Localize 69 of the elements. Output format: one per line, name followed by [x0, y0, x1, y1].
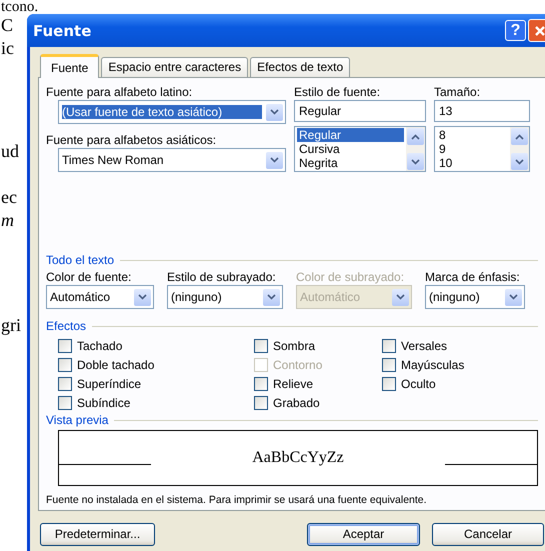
close-icon[interactable]: [528, 19, 545, 42]
style-field[interactable]: Regular: [294, 100, 426, 122]
scroll-up-icon[interactable]: [511, 128, 528, 145]
section-heading: Todo el texto: [46, 253, 114, 267]
checkbox[interactable]: [58, 376, 72, 390]
field-label: Estilo de fuente:: [294, 84, 382, 100]
checkbox-label: Relieve: [273, 376, 314, 390]
size-field[interactable]: 13: [434, 100, 530, 122]
document-text: m: [1, 209, 14, 232]
checkbox[interactable]: [58, 338, 72, 352]
field-label: Color de fuente:: [46, 269, 132, 285]
list-option[interactable]: Regular: [297, 128, 404, 142]
dialog-button[interactable]: Aceptar: [307, 522, 420, 546]
checkbox[interactable]: [382, 338, 396, 352]
field-label: Marca de énfasis:: [425, 269, 521, 285]
options-list[interactable]: Regular Cursiva Negrita: [294, 126, 426, 172]
dropdown[interactable]: (ninguno): [167, 285, 283, 309]
checkbox[interactable]: [254, 396, 268, 410]
dialog-button[interactable]: Predeterminar...: [40, 522, 155, 546]
help-button[interactable]: ?: [505, 20, 526, 41]
scroll-down-icon[interactable]: [407, 153, 424, 170]
dropdown[interactable]: Automático: [46, 285, 154, 309]
info-text: Fuente no instalada en el sistema. Para imprimir se usará una fuente equivalente.: [46, 494, 428, 506]
field-label: Color de subrayado:: [296, 269, 406, 285]
field-label: Tamaño:: [434, 84, 482, 100]
window-title: Fuente: [33, 22, 92, 40]
document-text: ec: [1, 186, 17, 209]
tab[interactable]: Espacio entre caracteres: [101, 57, 248, 77]
dropdown[interactable]: (ninguno): [425, 285, 525, 309]
checkbox[interactable]: [382, 376, 396, 390]
list-option[interactable]: 10: [437, 156, 508, 170]
scroll-up-icon[interactable]: [407, 128, 424, 145]
tab[interactable]: Efectos de texto: [250, 57, 350, 77]
list-option[interactable]: Cursiva: [297, 142, 404, 156]
checkbox[interactable]: [58, 396, 72, 410]
checkbox-label: Contorno: [273, 358, 322, 372]
checkbox-label: Oculto: [401, 376, 436, 390]
checkbox-label: Grabado: [273, 396, 320, 410]
checkbox-label: Tachado: [77, 338, 122, 352]
preview-sample: AaBbCcYyZz: [251, 449, 345, 467]
options-list[interactable]: 8 9 10: [434, 126, 530, 172]
checkbox-label: Versales: [401, 338, 448, 352]
document-text: gri: [1, 314, 21, 337]
checkbox-label: Superíndice: [77, 376, 142, 390]
dialog-button[interactable]: Cancelar: [432, 522, 544, 546]
field-label: Estilo de subrayado:: [167, 269, 277, 285]
list-option[interactable]: Negrita: [297, 156, 404, 170]
checkbox-label: Subíndice: [77, 396, 130, 410]
checkbox[interactable]: [254, 338, 268, 352]
font-dropdown[interactable]: Times New Roman: [58, 148, 286, 172]
field-label: Fuente para alfabeto latino:: [46, 84, 194, 100]
section-heading: Vista previa: [46, 413, 108, 427]
checkbox-label: Mayúsculas: [401, 358, 464, 372]
scroll-down-icon[interactable]: [511, 153, 528, 170]
font-dropdown[interactable]: (Usar fuente de texto asiático): [58, 100, 286, 124]
checkbox[interactable]: [254, 376, 268, 390]
document-text: ud: [1, 140, 19, 163]
checkbox[interactable]: [58, 358, 72, 372]
document-text: tcono.: [1, 0, 38, 14]
tab[interactable]: Fuente: [40, 54, 100, 78]
checkbox[interactable]: [382, 358, 396, 372]
document-text: ic: [1, 37, 14, 60]
list-option[interactable]: 8: [437, 128, 508, 142]
section-heading: Efectos: [46, 319, 86, 333]
checkbox-label: Sombra: [273, 338, 316, 352]
checkbox-label: Doble tachado: [77, 358, 154, 372]
field-label: Fuente para alfabetos asiáticos:: [46, 132, 218, 148]
list-option[interactable]: 9: [437, 142, 508, 156]
document-text: C: [1, 14, 14, 37]
